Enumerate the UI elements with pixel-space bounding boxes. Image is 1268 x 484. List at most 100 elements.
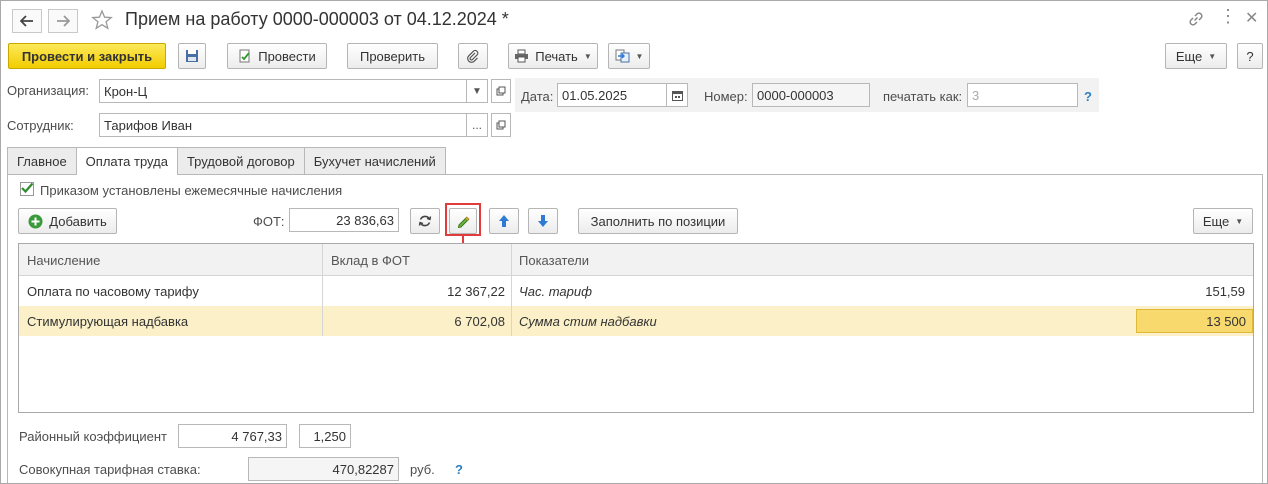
accrual-cell: Оплата по часовому тарифу <box>27 283 199 299</box>
employee-select-button[interactable]: ... <box>466 113 488 137</box>
organization-label: Организация: <box>7 83 90 98</box>
date-field[interactable]: 01.05.2025 <box>557 83 667 107</box>
total-rate-field[interactable]: 470,82287 <box>248 457 399 481</box>
create-based-on-button[interactable]: ▼ <box>608 43 650 69</box>
tab-main[interactable]: Главное <box>7 147 77 174</box>
table-row[interactable]: Оплата по часовому тарифу 12 367,22 Час.… <box>19 276 1253 306</box>
link-icon[interactable] <box>1187 10 1205 31</box>
print-as-label: печатать как: <box>883 89 963 104</box>
post-document-icon <box>238 49 252 63</box>
move-up-button[interactable] <box>489 208 519 234</box>
post-label: Провести <box>258 48 316 64</box>
table-more-label: Еще <box>1202 213 1230 229</box>
fill-by-position-button[interactable]: Заполнить по позиции <box>578 208 738 234</box>
tab-accrual-accounting[interactable]: Бухучет начислений <box>303 147 446 174</box>
column-header-accrual[interactable]: Начисление <box>27 244 100 276</box>
arrow-left-icon <box>20 15 33 27</box>
indicator-value-cell[interactable]: 151,59 <box>1137 276 1245 306</box>
calendar-icon <box>671 90 683 101</box>
monthly-accruals-checkbox[interactable] <box>20 182 34 196</box>
ellipsis-icon: ... <box>471 118 482 132</box>
add-label: Добавить <box>49 213 107 229</box>
district-coef-value-field[interactable]: 1,250 <box>299 424 351 448</box>
save-icon <box>186 50 198 62</box>
save-button[interactable] <box>178 43 206 69</box>
employee-open-button[interactable] <box>491 113 511 137</box>
chevron-down-icon: ▼ <box>1208 51 1217 61</box>
add-icon <box>28 214 43 229</box>
table-header: Начисление Вклад в ФОТ Показатели <box>19 244 1253 276</box>
organization-field[interactable]: Крон-Ц <box>99 79 467 103</box>
print-menu-button[interactable]: Печать ▼ <box>508 43 598 69</box>
tab-employment-contract[interactable]: Трудовой договор <box>176 147 305 174</box>
arrow-down-icon <box>538 215 548 227</box>
forward-button[interactable] <box>48 9 78 33</box>
post-button[interactable]: Провести <box>227 43 327 69</box>
help-button[interactable]: ? <box>1237 43 1263 69</box>
back-button[interactable] <box>12 9 42 33</box>
window-title: Прием на работу 0000-000003 от 04.12.202… <box>125 9 509 29</box>
post-and-close-button[interactable]: Провести и закрыть <box>8 43 166 69</box>
tab-bar: Главное Оплата труда Трудовой договор Бу… <box>7 147 446 175</box>
calendar-button[interactable] <box>666 83 688 107</box>
more-button[interactable]: Еще ▼ <box>1165 43 1227 69</box>
column-divider <box>511 306 512 336</box>
arrow-up-icon <box>499 215 509 227</box>
refresh-icon <box>418 215 432 227</box>
fot-label: ФОТ: <box>253 214 285 229</box>
chevron-down-icon: ▼ <box>583 51 592 61</box>
accrual-cell: Стимулирующая надбавка <box>27 313 189 329</box>
organization-dropdown-button[interactable]: ▼ <box>466 79 488 103</box>
total-rate-unit: руб. <box>410 462 435 477</box>
paperclip-icon <box>467 49 479 63</box>
arrow-right-icon <box>57 15 70 27</box>
print-label: Печать <box>535 48 578 64</box>
contribution-cell: 12 367,22 <box>447 283 505 299</box>
open-icon <box>496 86 506 96</box>
refresh-button[interactable] <box>410 208 440 234</box>
check-button[interactable]: Проверить <box>347 43 438 69</box>
accruals-table: Начисление Вклад в ФОТ Показатели Оплата… <box>18 243 1254 413</box>
chevron-down-icon: ▼ <box>1235 216 1244 226</box>
column-divider <box>511 276 512 306</box>
fot-field[interactable]: 23 836,63 <box>289 208 399 232</box>
tab-payment[interactable]: Оплата труда <box>75 147 178 175</box>
print-as-field[interactable]: 3 <box>967 83 1078 107</box>
indicator-cell: Час. тариф <box>519 283 592 299</box>
date-label: Дата: <box>521 89 554 104</box>
chevron-down-icon: ▼ <box>472 85 482 97</box>
column-divider <box>322 244 323 276</box>
employee-label: Сотрудник: <box>7 118 74 133</box>
number-label: Номер: <box>704 89 748 104</box>
monthly-accruals-label: Приказом установлены ежемесячные начисле… <box>40 183 343 198</box>
district-coef-label: Районный коэффициент <box>19 429 167 444</box>
more-actions-icon[interactable]: ⋮ <box>1219 7 1237 25</box>
chevron-down-icon: ▼ <box>635 51 644 61</box>
column-divider <box>511 244 512 276</box>
move-down-button[interactable] <box>528 208 558 234</box>
checkmark-icon <box>21 182 34 194</box>
number-field[interactable]: 0000-000003 <box>752 83 870 107</box>
create-based-on-icon <box>615 49 630 63</box>
organization-open-button[interactable] <box>491 79 511 103</box>
add-accrual-button[interactable]: Добавить <box>18 208 117 234</box>
open-icon <box>496 120 506 130</box>
total-rate-help-icon[interactable]: ? <box>455 462 463 477</box>
column-header-indicators[interactable]: Показатели <box>519 244 589 276</box>
edit-button-highlight <box>445 203 481 236</box>
table-more-button[interactable]: Еще ▼ <box>1193 208 1253 234</box>
column-header-contribution[interactable]: Вклад в ФОТ <box>331 244 410 276</box>
close-icon[interactable]: ✕ <box>1245 8 1258 28</box>
printer-icon <box>514 49 529 63</box>
document-window: Прием на работу 0000-000003 от 04.12.202… <box>0 0 1268 484</box>
table-row-selected[interactable]: Стимулирующая надбавка 6 702,08 Сумма ст… <box>19 306 1253 336</box>
contribution-cell: 6 702,08 <box>454 313 505 329</box>
employee-field[interactable]: Тарифов Иван <box>99 113 467 137</box>
indicator-cell: Сумма стим надбавки <box>519 313 657 329</box>
attach-button[interactable] <box>458 43 488 69</box>
indicator-value-cell-active[interactable]: 13 500 <box>1136 309 1253 333</box>
total-rate-label: Совокупная тарифная ставка: <box>19 462 201 477</box>
favorite-star-icon[interactable] <box>91 9 113 34</box>
print-as-help-icon[interactable]: ? <box>1084 89 1092 104</box>
district-coef-amount-field[interactable]: 4 767,33 <box>178 424 287 448</box>
